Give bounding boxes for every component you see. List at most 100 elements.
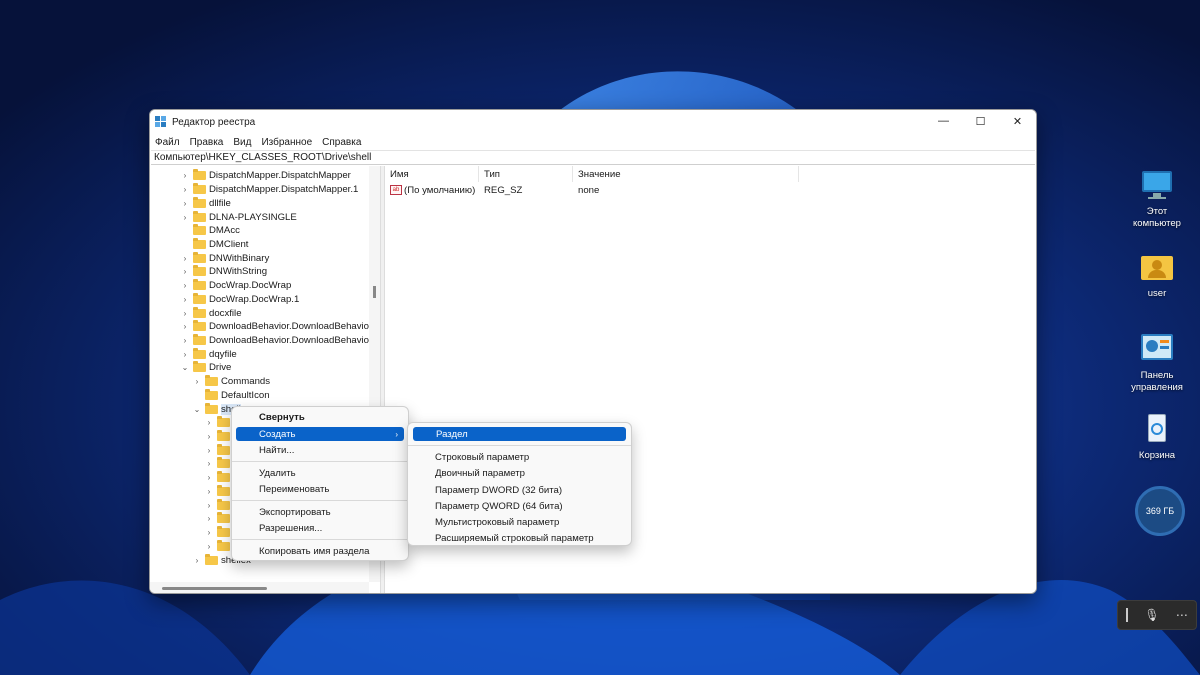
- desktop-icon-control-panel[interactable]: Панель управления: [1120, 332, 1194, 394]
- tree-item[interactable]: ›: [204, 512, 233, 526]
- chevron-down-icon[interactable]: ⌄: [192, 405, 202, 414]
- chevron-right-icon: ›: [395, 429, 398, 439]
- menu-item-new[interactable]: Создать ›: [236, 427, 404, 441]
- tree-item[interactable]: › Commands: [192, 375, 270, 389]
- submenu-item-key[interactable]: Раздел: [413, 427, 626, 441]
- column-header-value[interactable]: Значение: [573, 166, 799, 182]
- tree-item[interactable]: › DownloadBehavior.DownloadBehavior: [180, 320, 372, 334]
- chevron-right-icon[interactable]: ›: [192, 556, 202, 565]
- desktop-icon-this-pc[interactable]: Этот компьютер: [1120, 168, 1194, 230]
- chevron-right-icon[interactable]: ›: [204, 528, 214, 537]
- menu-favorites[interactable]: Избранное: [260, 137, 317, 148]
- maximize-button[interactable]: ☐: [962, 110, 999, 132]
- chevron-right-icon[interactable]: ›: [180, 185, 190, 194]
- desktop-icon-recycle-bin[interactable]: Корзина: [1120, 412, 1194, 462]
- folder-icon: [217, 471, 230, 483]
- tree-item[interactable]: ›: [204, 526, 233, 540]
- chevron-right-icon[interactable]: ›: [180, 350, 190, 359]
- tree-item[interactable]: DMAcc: [180, 224, 240, 238]
- tree-item[interactable]: ⌄ Drive: [180, 361, 231, 375]
- tree-item[interactable]: › DocWrap.DocWrap: [180, 279, 291, 293]
- menu-view[interactable]: Вид: [232, 137, 256, 148]
- tree-item[interactable]: ›: [204, 539, 233, 553]
- chevron-right-icon[interactable]: ›: [180, 213, 190, 222]
- tree-item[interactable]: ›: [204, 416, 233, 430]
- submenu-item-qword-value[interactable]: Параметр QWORD (64 бита): [412, 499, 627, 513]
- chevron-right-icon[interactable]: ›: [180, 199, 190, 208]
- menu-item-permissions[interactable]: Разрешения...: [236, 521, 404, 535]
- tree-item[interactable]: › DocWrap.DocWrap.1: [180, 292, 299, 306]
- tree-item[interactable]: ›: [204, 471, 233, 485]
- chevron-right-icon[interactable]: ›: [204, 514, 214, 523]
- menu-help[interactable]: Справка: [321, 137, 366, 148]
- menu-edit[interactable]: Правка: [189, 137, 229, 148]
- chevron-right-icon[interactable]: ›: [180, 309, 190, 318]
- chevron-right-icon[interactable]: ›: [204, 418, 214, 427]
- minimize-button[interactable]: —: [925, 110, 962, 132]
- tree-item[interactable]: › DNWithString: [180, 265, 267, 279]
- tree-item[interactable]: ›: [204, 484, 233, 499]
- more-icon[interactable]: ⋯: [1176, 608, 1188, 622]
- scrollbar-thumb[interactable]: [162, 587, 267, 590]
- chevron-right-icon[interactable]: ›: [204, 542, 214, 551]
- desktop-icon-label: Панель: [1140, 370, 1174, 381]
- chevron-right-icon[interactable]: ›: [192, 377, 202, 386]
- chevron-right-icon[interactable]: ›: [204, 487, 214, 496]
- chevron-right-icon[interactable]: ›: [204, 459, 214, 468]
- chevron-right-icon[interactable]: ›: [180, 322, 190, 331]
- folder-icon: [217, 416, 230, 428]
- tree-item[interactable]: ›: [204, 498, 233, 512]
- column-header-name[interactable]: Имя: [385, 166, 479, 182]
- menu-item-delete[interactable]: Удалить: [236, 466, 404, 480]
- chevron-down-icon[interactable]: ⌄: [180, 363, 190, 372]
- microphone-icon[interactable]: 🎙: [1144, 608, 1159, 622]
- title-bar[interactable]: Редактор реестра — ☐ ✕: [150, 110, 1036, 134]
- close-button[interactable]: ✕: [999, 110, 1036, 132]
- chevron-right-icon[interactable]: ›: [180, 171, 190, 180]
- disk-space-badge[interactable]: 369 ГБ: [1135, 486, 1185, 536]
- menu-item-export[interactable]: Экспортировать: [236, 505, 404, 519]
- folder-icon: [193, 306, 206, 318]
- submenu-item-expandable-string-value[interactable]: Расширяемый строковый параметр: [412, 531, 627, 545]
- tree-item[interactable]: › docxfile: [180, 306, 242, 320]
- column-header-type[interactable]: Тип: [479, 166, 573, 182]
- chevron-right-icon[interactable]: ›: [204, 501, 214, 510]
- tree-item[interactable]: › dllfile: [180, 196, 231, 210]
- tree-item[interactable]: DMClient: [180, 237, 248, 252]
- chevron-right-icon[interactable]: ›: [180, 281, 190, 290]
- chevron-right-icon[interactable]: ›: [180, 267, 190, 276]
- desktop-icon-user[interactable]: user: [1120, 250, 1194, 300]
- menu-item-copy-key-name[interactable]: Копировать имя раздела: [236, 544, 404, 558]
- tree-item[interactable]: › DownloadBehavior.DownloadBehavior.: [180, 333, 374, 348]
- tree-item[interactable]: › dqyfile: [180, 347, 237, 361]
- tree-item[interactable]: › DLNA-PLAYSINGLE: [180, 210, 297, 224]
- chevron-right-icon[interactable]: ›: [180, 336, 190, 345]
- submenu-item-multi-string-value[interactable]: Мультистроковый параметр: [412, 515, 627, 529]
- menu-item-collapse[interactable]: Свернуть: [236, 410, 404, 424]
- tree-item[interactable]: › DispatchMapper.DispatchMapper.1: [180, 183, 358, 197]
- tree-item[interactable]: ›: [204, 457, 233, 471]
- tree-item-label: DefaultIcon: [221, 389, 270, 401]
- chevron-right-icon[interactable]: ›: [180, 254, 190, 263]
- submenu-item-binary-value[interactable]: Двоичный параметр: [412, 466, 627, 480]
- tree-horizontal-scrollbar[interactable]: [150, 582, 369, 593]
- tree-item[interactable]: › DispatchMapper.DispatchMapper: [180, 169, 351, 183]
- scrollbar-thumb[interactable]: [373, 286, 376, 298]
- chevron-right-icon[interactable]: ›: [180, 295, 190, 304]
- menu-item-rename[interactable]: Переименовать: [236, 482, 404, 496]
- chevron-right-icon[interactable]: ›: [204, 432, 214, 441]
- folder-icon: [193, 183, 206, 195]
- chevron-right-icon[interactable]: ›: [204, 473, 214, 482]
- tree-item[interactable]: ›: [204, 443, 233, 457]
- toolbar-handle[interactable]: [1126, 608, 1129, 622]
- tree-item[interactable]: DefaultIcon: [192, 388, 270, 403]
- chevron-right-icon[interactable]: ›: [204, 446, 214, 455]
- value-row[interactable]: ab (По умолчанию) REG_SZ none: [385, 182, 1036, 198]
- address-bar[interactable]: Компьютер\HKEY_CLASSES_ROOT\Drive\shell: [151, 150, 1035, 165]
- submenu-item-dword-value[interactable]: Параметр DWORD (32 бита): [412, 483, 627, 497]
- submenu-item-string-value[interactable]: Строковый параметр: [412, 450, 627, 464]
- tree-item[interactable]: › DNWithBinary: [180, 251, 269, 265]
- menu-item-find[interactable]: Найти...: [236, 443, 404, 457]
- menu-file[interactable]: Файл: [154, 137, 185, 148]
- tree-item[interactable]: ›: [204, 430, 233, 444]
